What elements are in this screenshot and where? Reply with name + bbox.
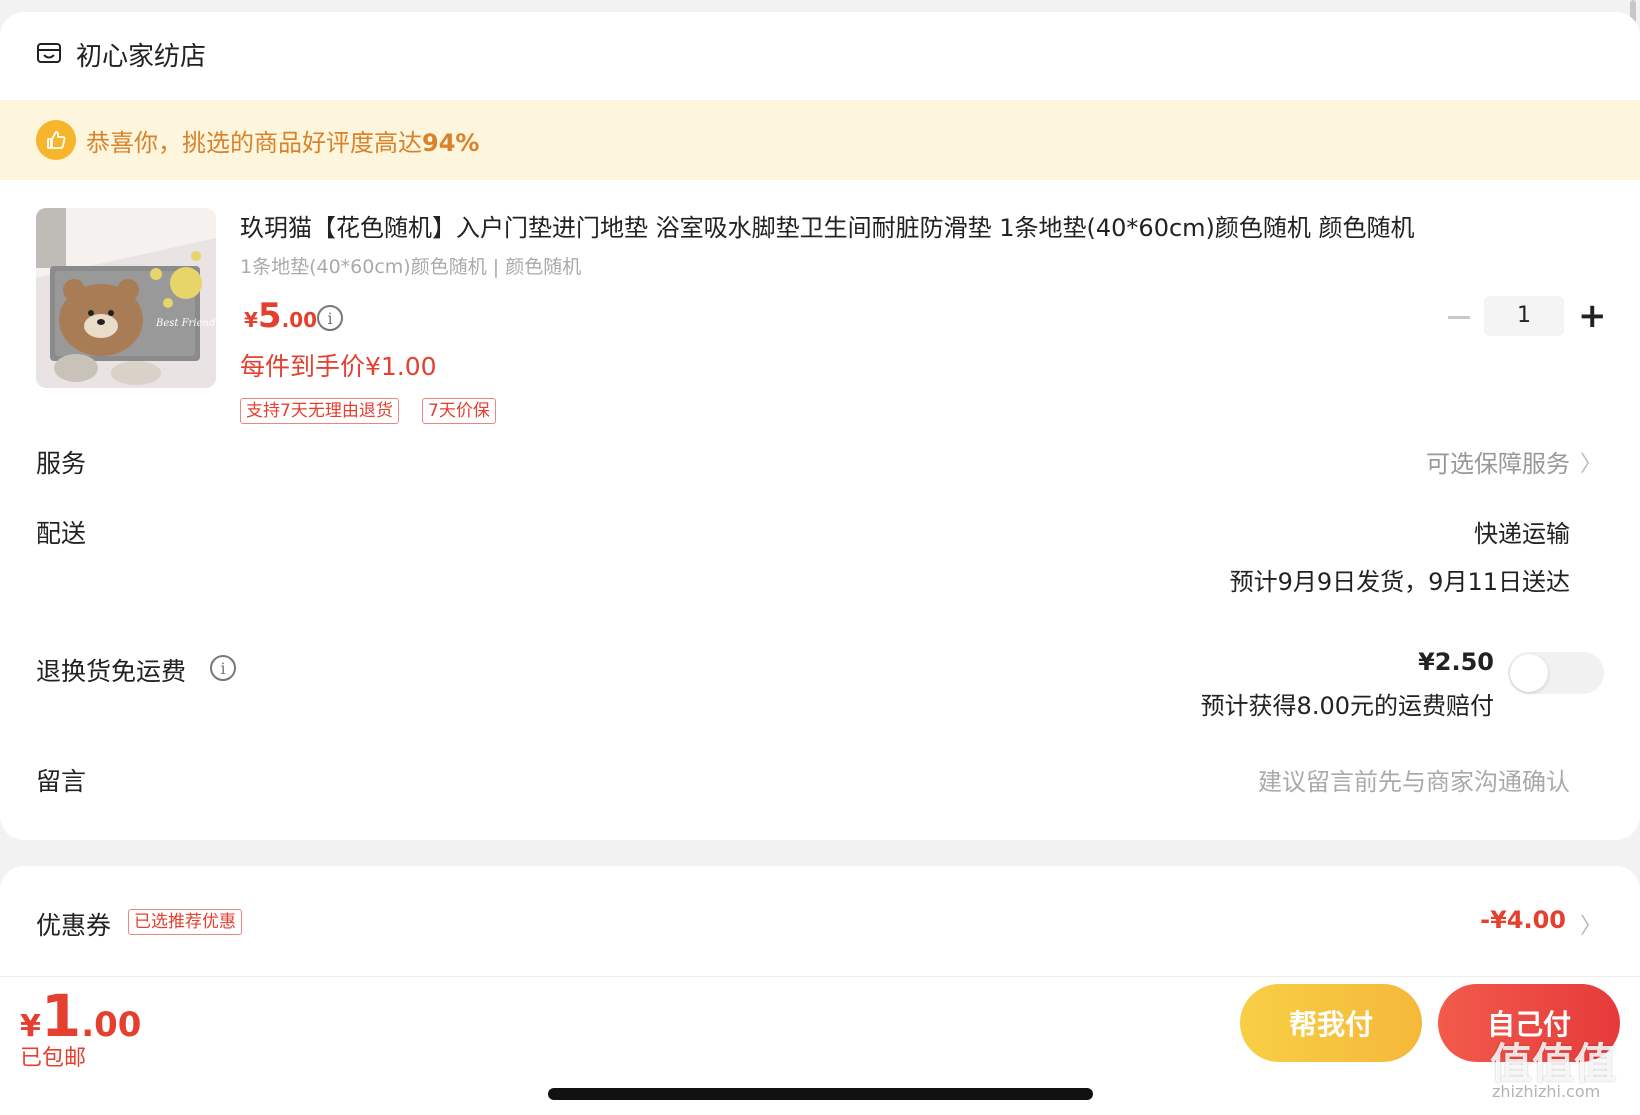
- product-title[interactable]: 玖玥猫【花色随机】入户门垫进门地垫 浴室吸水脚垫卫生间耐脏防滑垫 1条地垫(40…: [240, 208, 1415, 243]
- quantity-decrease-button[interactable]: [1448, 316, 1470, 319]
- product-image-text: Best Friend: [155, 318, 215, 329]
- quantity-input[interactable]: 1: [1484, 296, 1564, 336]
- return-info-icon[interactable]: i: [210, 655, 236, 681]
- service-option[interactable]: 可选保障服务: [1426, 444, 1570, 479]
- price-symbol: ¥: [244, 308, 258, 332]
- toggle-knob: [1510, 654, 1548, 692]
- return-shipping-price: ¥2.50: [1418, 648, 1494, 676]
- chevron-right-icon: 〉: [1579, 452, 1602, 477]
- total-integer: 1: [40, 982, 82, 1050]
- price-info-icon[interactable]: i: [317, 305, 343, 331]
- delivery-estimate: 预计9月9日发货，9月11日送达: [1229, 568, 1570, 596]
- return-shipping-label: 退换货免运费: [36, 657, 187, 686]
- chevron-right-icon: 〉: [1579, 914, 1602, 939]
- coupon-badge: 已选推荐优惠: [128, 909, 242, 935]
- thumbs-up-icon: [36, 120, 76, 160]
- product-price: ¥ 5 .00: [244, 296, 317, 336]
- banner-message: 恭喜你，挑选的商品好评度高达: [86, 128, 422, 157]
- store-icon: [36, 40, 62, 70]
- total-symbol: ¥: [20, 1009, 41, 1044]
- watermark-url: zhizhizhi.com: [1492, 1082, 1601, 1101]
- product-image[interactable]: Best Friend: [36, 208, 216, 388]
- price-decimal: .00: [281, 308, 318, 332]
- total-decimal: .00: [81, 1005, 142, 1045]
- shop-name: 初心家纺店: [76, 42, 207, 72]
- message-input[interactable]: 建议留言前先与商家沟通确认: [1258, 762, 1570, 797]
- return-shipping-note: 预计获得8.00元的运费赔付: [1200, 692, 1494, 720]
- price-integer: 5: [257, 296, 282, 336]
- rating-banner: 恭喜你，挑选的商品好评度高达94%: [0, 100, 1640, 180]
- return-policy-tag: 支持7天无理由退货: [240, 398, 399, 424]
- help-pay-button[interactable]: 帮我付: [1240, 984, 1422, 1062]
- delivery-method: 快递运输: [1474, 520, 1570, 548]
- coupon-label: 优惠券: [36, 911, 112, 940]
- delivery-label: 配送: [36, 519, 87, 548]
- return-shipping-toggle[interactable]: [1508, 652, 1604, 694]
- shop-header[interactable]: 初心家纺店: [36, 36, 206, 73]
- price-protect-tag: 7天价保: [422, 398, 496, 424]
- shipping-status: 已包邮: [20, 1046, 87, 1071]
- coupon-value[interactable]: -¥4.00: [1480, 906, 1566, 934]
- quantity-increase-button[interactable]: +: [1578, 299, 1607, 333]
- product-spec: 1条地垫(40*60cm)颜色随机 | 颜色随机: [240, 256, 582, 278]
- message-label: 留言: [36, 767, 87, 796]
- service-label: 服务: [36, 449, 87, 478]
- per-item-price: 每件到手价¥1.00: [240, 352, 437, 381]
- total-price: ¥ 1 .00: [20, 986, 141, 1046]
- banner-percent: 94%: [422, 128, 480, 157]
- banner-text: 恭喜你，挑选的商品好评度高达94%: [86, 123, 479, 158]
- home-indicator[interactable]: [548, 1088, 1093, 1100]
